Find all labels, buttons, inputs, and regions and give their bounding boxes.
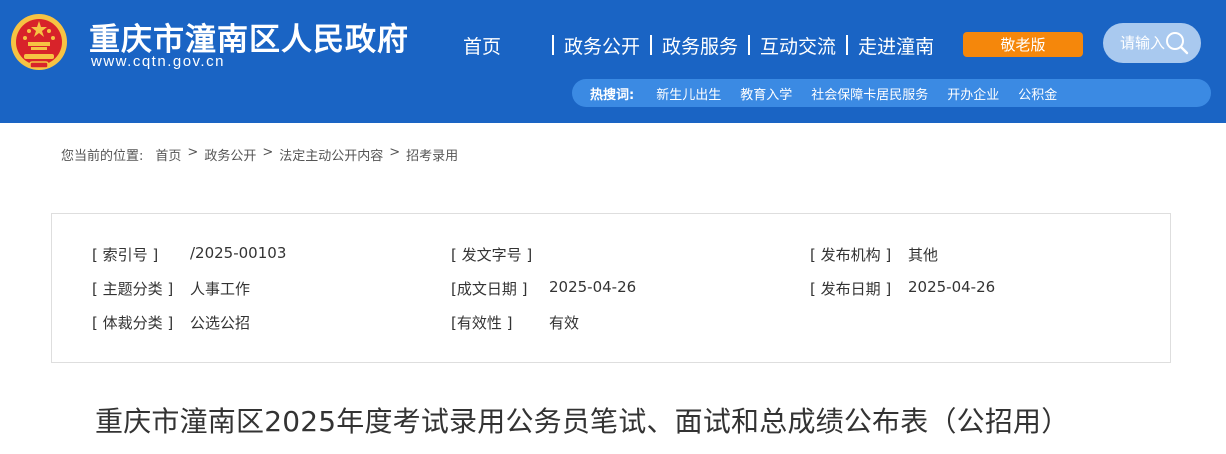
search-icon[interactable] — [1165, 31, 1189, 55]
info-row: [ 主题分类 ] 人事工作 [成文日期 ] 2025-04-26 [ 发布日期 … — [52, 278, 1170, 300]
nav-item-about-tongnan[interactable]: 走进潼南 — [858, 32, 934, 59]
publish-date-value: 2025-04-26 — [908, 278, 996, 296]
publishing-agency-value: 其他 — [908, 246, 939, 264]
breadcrumb-separator: > — [262, 145, 274, 160]
elder-version-button[interactable]: 敬老版 — [963, 32, 1083, 57]
validity-label: [有效性 ] — [451, 314, 513, 332]
search-box — [1103, 23, 1201, 63]
index-number-label: [ 索引号 ] — [92, 246, 159, 264]
article-title: 重庆市潼南区2025年度考试录用公务员笔试、面试和总成绩公布表（公招用） — [95, 405, 1070, 438]
breadcrumb-item-gov-open[interactable]: 政务公开 — [204, 145, 256, 164]
publishing-agency-label: [ 发布机构 ] — [810, 246, 892, 264]
hot-search-start-business[interactable]: 开办企业 — [947, 84, 999, 103]
hot-search-housing-fund[interactable]: 公积金 — [1018, 84, 1057, 103]
publish-date-label: [ 发布日期 ] — [810, 280, 892, 298]
validity-value: 有效 — [549, 314, 580, 332]
hot-search-label: 热搜词: — [590, 87, 635, 103]
genre-category-label: [ 体裁分类 ] — [92, 314, 174, 332]
nav-item-gov-services[interactable]: 政务服务 — [662, 32, 738, 59]
document-info-panel: [ 索引号 ] /2025-00103 [ 发文字号 ] [ 发布机构 ] 其他… — [51, 213, 1171, 363]
hot-search-social-security-card[interactable]: 社会保障卡居民服务 — [811, 84, 928, 103]
main-nav: 首页 政务公开 政务服务 互动交流 走进潼南 — [448, 31, 934, 59]
hot-search-newborn[interactable]: 新生儿出生 — [656, 84, 721, 103]
site-header: 重庆市潼南区人民政府 www.cqtn.gov.cn 首页 政务公开 政务服务 … — [0, 0, 1226, 123]
nav-separator — [552, 35, 555, 55]
nav-item-interaction[interactable]: 互动交流 — [760, 32, 836, 59]
topic-category-label: [ 主题分类 ] — [92, 280, 174, 298]
breadcrumb-item-statutory-content[interactable]: 法定主动公开内容 — [279, 145, 383, 164]
nav-separator — [650, 35, 653, 55]
nav-separator — [748, 35, 751, 55]
index-number-value: /2025-00103 — [190, 244, 287, 262]
national-emblem-icon[interactable] — [10, 12, 68, 72]
written-date-value: 2025-04-26 — [549, 278, 637, 296]
hot-search-education[interactable]: 教育入学 — [740, 84, 792, 103]
nav-item-gov-affairs-open[interactable]: 政务公开 — [564, 32, 640, 59]
info-row: [ 体裁分类 ] 公选公招 [有效性 ] 有效 — [52, 312, 1170, 334]
nav-item-home[interactable]: 首页 — [463, 32, 501, 59]
search-input[interactable] — [1120, 34, 1166, 52]
topic-category-value: 人事工作 — [190, 280, 251, 298]
genre-category-value: 公选公招 — [190, 314, 251, 332]
breadcrumb-prefix: 您当前的位置: — [61, 149, 144, 164]
nav-separator — [846, 35, 849, 55]
breadcrumb: 您当前的位置: 首页 > 政务公开 > 法定主动公开内容 > 招考录用 — [61, 145, 458, 164]
breadcrumb-separator: > — [187, 145, 199, 160]
breadcrumb-item-home[interactable]: 首页 — [155, 145, 181, 164]
document-number-label: [ 发文字号 ] — [451, 246, 533, 264]
written-date-label: [成文日期 ] — [451, 280, 528, 298]
info-row: [ 索引号 ] /2025-00103 [ 发文字号 ] [ 发布机构 ] 其他 — [52, 244, 1170, 266]
hot-search-bar: 热搜词: 新生儿出生 教育入学 社会保障卡居民服务 开办企业 公积金 — [572, 79, 1211, 107]
site-url: www.cqtn.gov.cn — [91, 53, 225, 70]
breadcrumb-item-recruitment[interactable]: 招考录用 — [406, 145, 458, 164]
breadcrumb-separator: > — [389, 145, 401, 160]
